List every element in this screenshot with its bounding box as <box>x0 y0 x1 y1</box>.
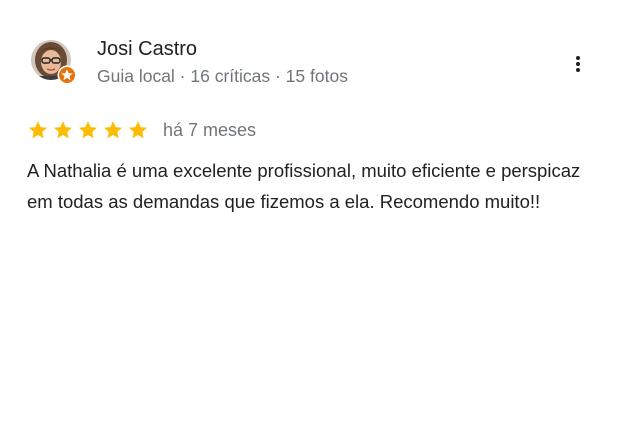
star-icon <box>79 121 97 139</box>
star-icon <box>54 121 72 139</box>
more-vert-icon <box>576 56 580 72</box>
review-date: há 7 meses <box>163 120 257 140</box>
star-icon <box>104 121 122 139</box>
review-text: A Nathalia é uma excelente profissional,… <box>27 160 581 212</box>
review-card: Josi Castro Guia local · 16 críticas · 1… <box>0 0 625 438</box>
reviewer-avatar[interactable] <box>27 36 77 85</box>
reviewer-name[interactable]: Josi Castro <box>97 37 197 61</box>
reviewer-meta[interactable]: Guia local · 16 críticas · 15 fotos <box>97 65 348 87</box>
more-options-button[interactable] <box>566 50 590 78</box>
local-guide-star-icon <box>57 65 77 85</box>
star-icon <box>29 121 47 139</box>
star-rating <box>27 119 152 141</box>
star-icon <box>129 121 147 139</box>
rating-row: há 7 meses <box>27 118 256 142</box>
